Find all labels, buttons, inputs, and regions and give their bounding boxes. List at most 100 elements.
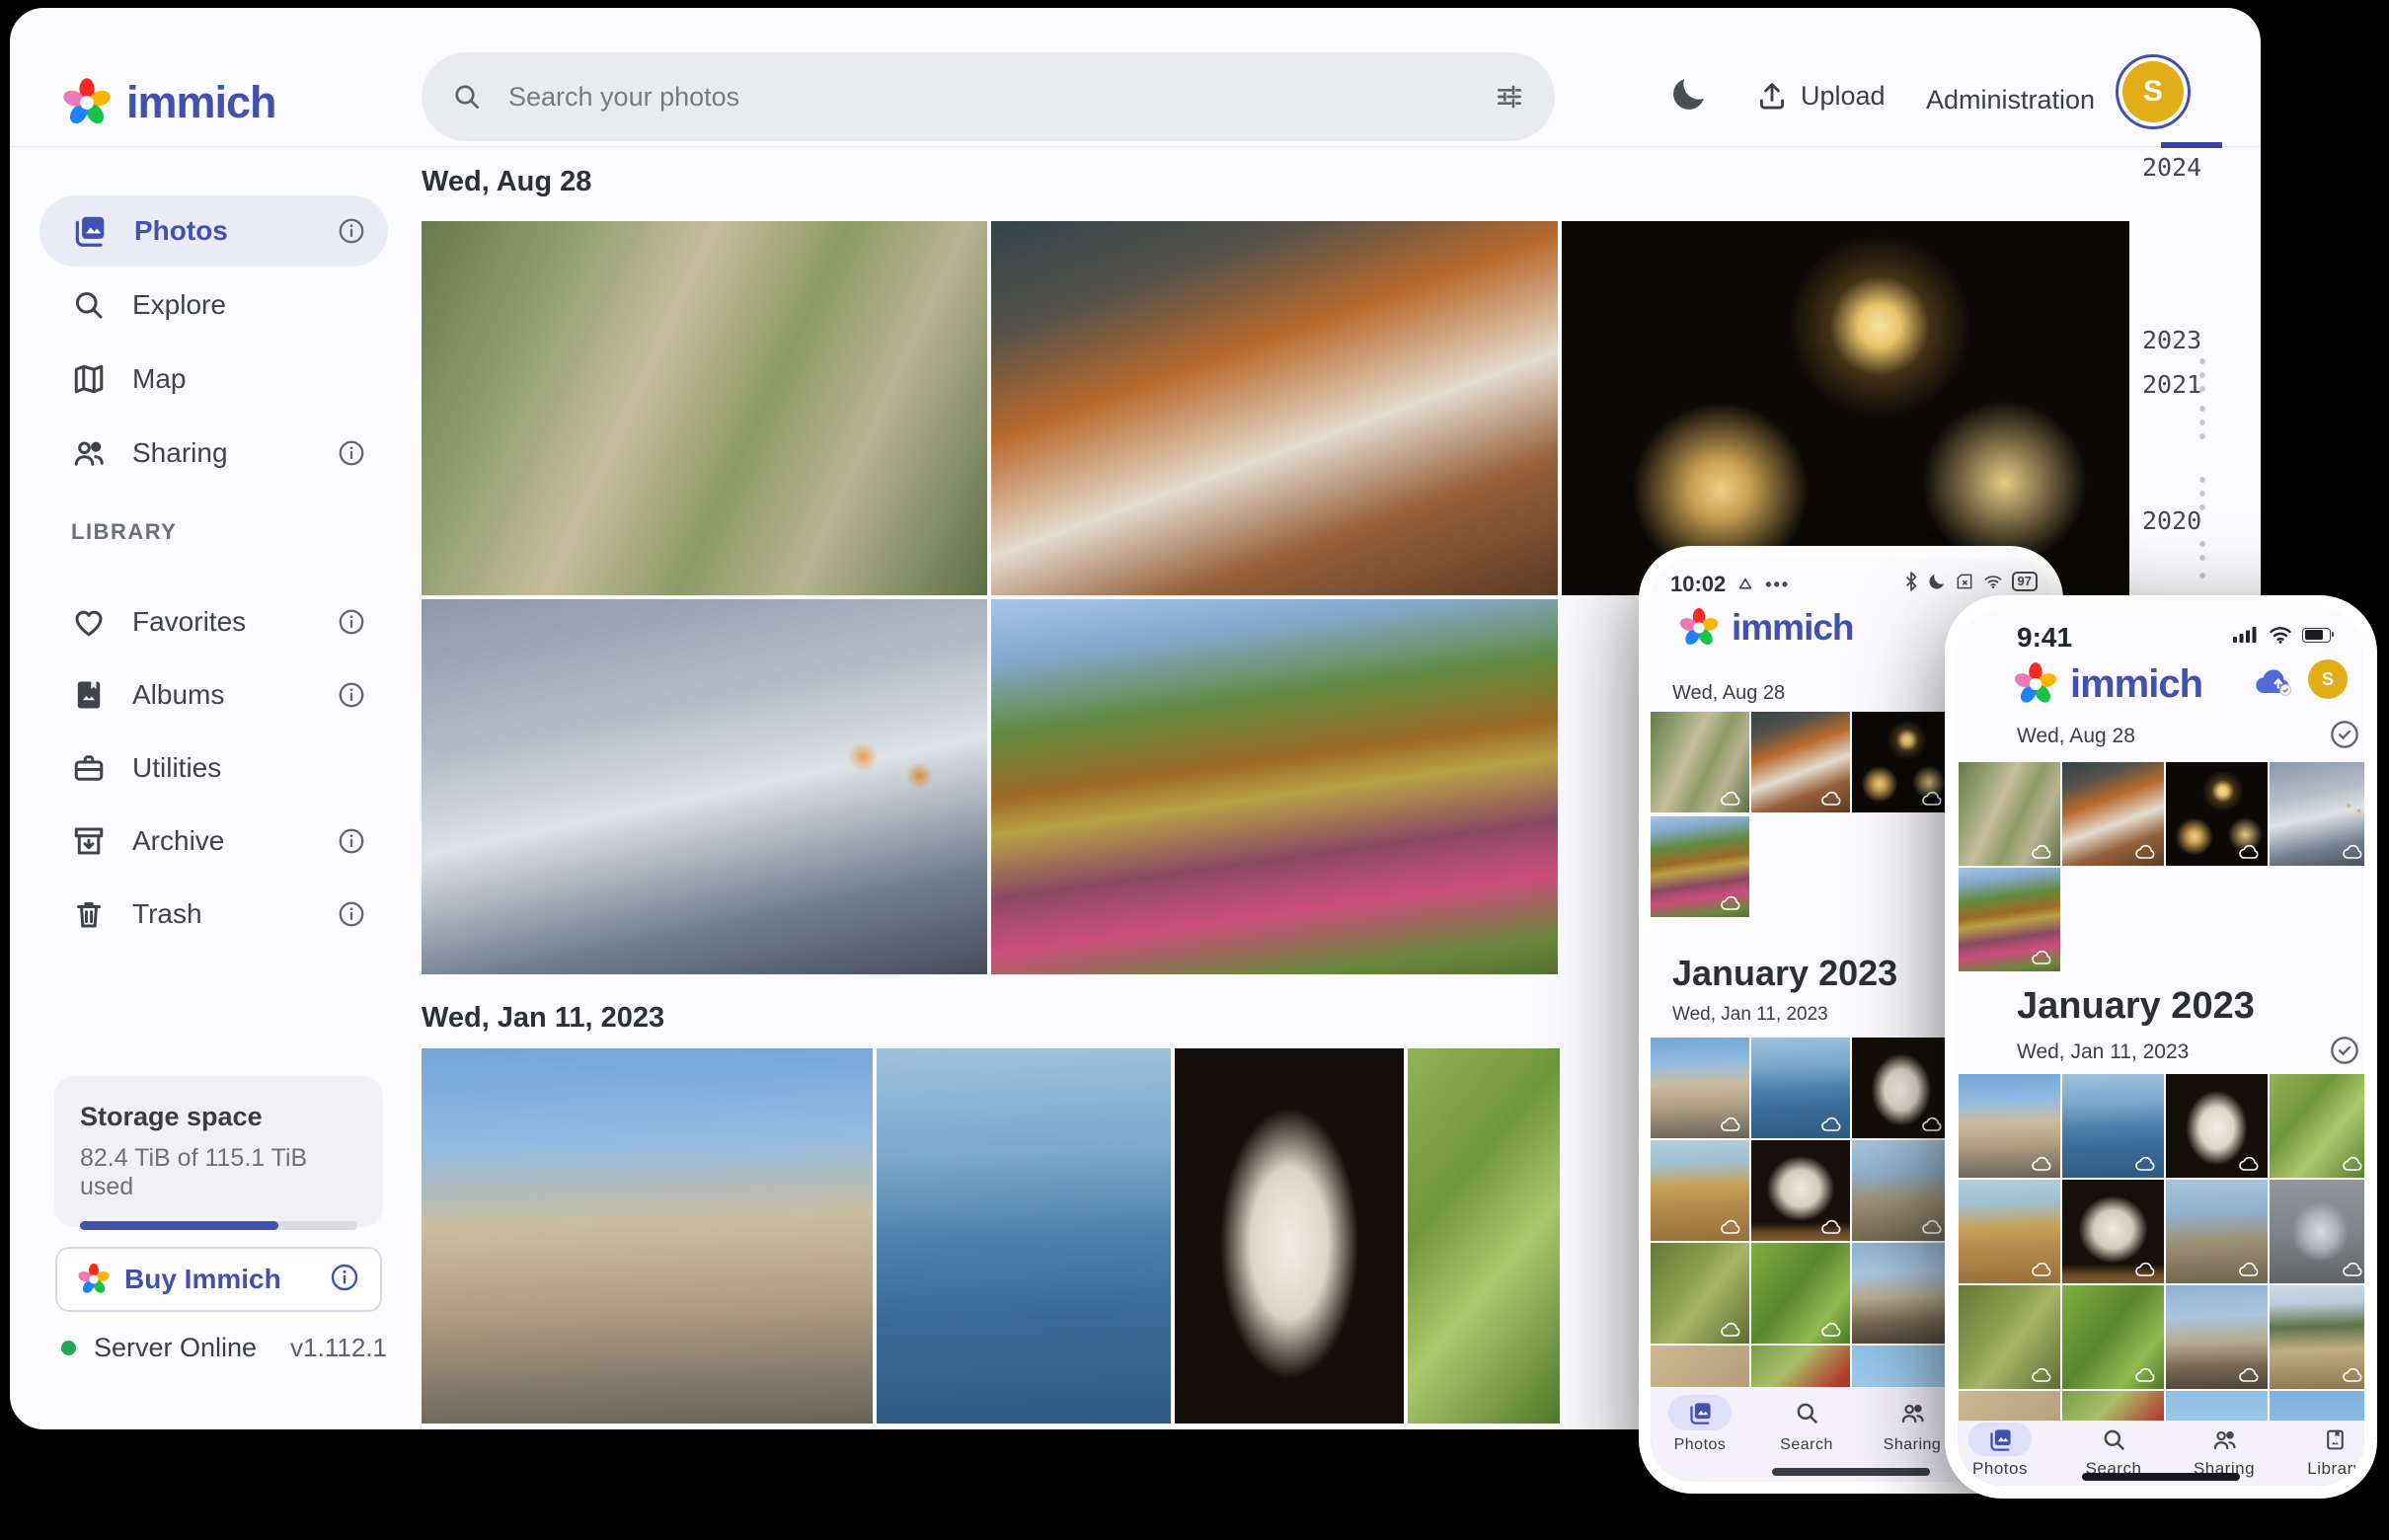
photo-zoo-monkeys[interactable] [422,221,987,595]
thumb-green-fruit[interactable] [2270,1074,2364,1178]
thumb-zoo-monkeys[interactable] [1651,712,1749,812]
thumb-autumn-dinner-table[interactable] [2062,762,2164,866]
storage-title: Storage space [80,1102,357,1132]
immich-logo[interactable]: immich [61,77,276,128]
search-input[interactable] [506,81,1494,114]
cloud-icon [1921,1218,1945,1235]
photo-green-fruit[interactable] [1408,1048,1560,1424]
cloud-icon [2342,843,2364,860]
tab-search[interactable]: Search [1762,1395,1851,1454]
home-indicator[interactable] [1772,1468,1930,1476]
info-icon[interactable] [337,607,366,642]
photo-autumn-garden-path[interactable] [991,599,1558,974]
user-avatar[interactable]: S [2308,659,2348,699]
sidebar-item-favorites[interactable]: Favorites [39,586,388,657]
thumb-marble-bust[interactable] [1852,1038,1951,1138]
cloud-icon [1720,1321,1743,1338]
thumb-winter-church[interactable] [1852,1243,1951,1344]
timeline-year-2023[interactable]: 2023 [2142,326,2201,354]
filter-sliders-icon[interactable] [1494,81,1525,113]
sidebar-item-photos[interactable]: Photos [39,195,388,267]
dark-mode-toggle[interactable] [1668,73,1710,119]
thumb-autumn-dinner-table[interactable] [1751,712,1850,812]
timeline-year-2024[interactable]: 2024 [2142,153,2201,182]
info-icon[interactable] [337,216,366,251]
thumb-autumn-garden-path[interactable] [1959,868,2060,971]
photo-autumn-dinner-table[interactable] [991,221,1558,595]
sidebar-label-sharing: Sharing [132,437,228,469]
photo-holding-hands[interactable] [422,599,987,974]
cloud-icon [2031,949,2054,965]
cloud-icon [2238,1155,2262,1172]
photo-fortress-walls[interactable] [422,1048,873,1424]
sidebar-item-sharing[interactable]: Sharing [39,418,388,489]
sidebar-item-albums[interactable]: Albums [39,659,388,731]
thumb-marble-sculpture[interactable] [2062,1180,2164,1283]
thumb-marble-bust[interactable] [2166,1074,2268,1178]
photo-marble-bust[interactable] [1175,1048,1404,1424]
thumb-marble-sculpture[interactable] [1751,1140,1850,1241]
thumb-alpine-village[interactable] [2270,1285,2364,1389]
phone1-status-icons: 97 [1903,572,2038,591]
thumb-lizard-green[interactable] [1751,1243,1850,1344]
thumb-holding-hands[interactable] [2270,762,2364,866]
info-icon[interactable] [337,899,366,934]
tab-search[interactable]: Search [2069,1423,2158,1479]
check-circle-icon[interactable] [2329,1035,2360,1066]
phone1-month-header: January 2023 [1672,953,1897,994]
timeline-year-2020[interactable]: 2020 [2142,506,2201,535]
buy-immich-button[interactable]: Buy Immich [55,1247,382,1312]
sidebar-item-utilities[interactable]: Utilities [39,732,388,804]
cloud-icon [1820,1321,1844,1338]
phone2-month-header: January 2023 [2017,985,2255,1028]
thumb-autumn-garden-path[interactable] [1651,816,1749,917]
thumb-coastal-town[interactable] [2062,1074,2164,1178]
sim-card-x-icon [1955,572,1974,591]
thumb-coastal-town[interactable] [1751,1038,1850,1138]
thumb-winter-church[interactable] [2166,1285,2268,1389]
sync-cloud-icon[interactable] [2254,665,2295,702]
heart-icon [71,604,107,640]
thumb-castle-wall[interactable] [2166,1180,2268,1283]
date-header-jan-11: Wed, Jan 11, 2023 [422,1002,664,1035]
thumb-fireworks[interactable] [2166,762,2268,866]
sidebar-item-archive[interactable]: Archive [39,806,388,877]
wifi-icon [1982,572,2004,591]
info-icon[interactable] [337,680,366,715]
tab-label: Search [1780,1436,1833,1454]
tab-library[interactable]: Library [2290,1423,2364,1479]
sidebar-item-map[interactable]: Map [39,344,388,415]
tab-photos[interactable]: Photos [1958,1423,2044,1479]
thumb-beach-cliff[interactable] [1651,1140,1749,1241]
phone2-screen: 9:41 immich [1958,608,2364,1486]
info-icon[interactable] [337,438,366,473]
thumb-fireworks[interactable] [1852,712,1951,812]
thumb-lizard-green[interactable] [2062,1285,2164,1389]
thumb-fortress-walls[interactable] [1959,1074,2060,1178]
thumb-lizard[interactable] [1651,1243,1749,1344]
upload-button[interactable]: Upload [1755,79,1886,113]
info-icon[interactable] [329,1262,360,1298]
thumb-zoo-monkeys[interactable] [1959,762,2060,866]
tab-sharing[interactable]: Sharing [2180,1423,2269,1479]
photo-coastal-town[interactable] [877,1048,1171,1424]
user-avatar[interactable]: S [2116,54,2191,129]
administration-link[interactable]: Administration [1926,85,2095,116]
logo-wordmark: immich [2070,662,2202,707]
tab-sharing[interactable]: Sharing [1868,1395,1957,1454]
check-circle-icon[interactable] [2329,719,2360,750]
photo-fireworks[interactable] [1562,221,2129,595]
timeline-year-2021[interactable]: 2021 [2142,370,2201,399]
info-icon[interactable] [337,826,366,861]
thumb-silver-ornament[interactable] [2270,1180,2364,1283]
home-indicator[interactable] [2082,1473,2240,1481]
avatar-initial: S [2322,669,2334,690]
tab-photos[interactable]: Photos [1656,1395,1744,1454]
search-bar[interactable] [422,52,1555,141]
sidebar-item-explore[interactable]: Explore [39,270,388,341]
sidebar-item-trash[interactable]: Trash [39,879,388,950]
thumb-castle-wall[interactable] [1852,1140,1951,1241]
thumb-fortress-walls[interactable] [1651,1038,1749,1138]
thumb-lizard[interactable] [1959,1285,2060,1389]
thumb-beach-cliff[interactable] [1959,1180,2060,1283]
